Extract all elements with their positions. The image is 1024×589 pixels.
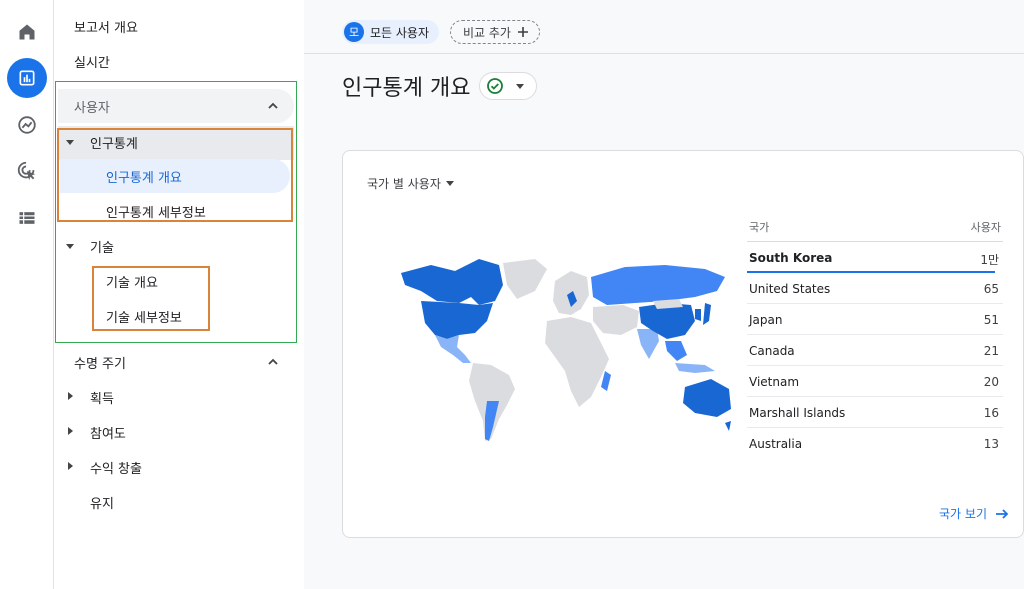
world-map[interactable] xyxy=(395,251,740,451)
table-row[interactable]: Canada 21 xyxy=(747,335,1003,366)
nav-engagement[interactable]: 참여도 xyxy=(90,423,126,442)
nav-acquisition[interactable]: 획득 xyxy=(90,388,114,407)
advertising-icon[interactable] xyxy=(7,151,47,191)
country-name: Australia xyxy=(749,437,803,451)
table-row[interactable]: Vietnam 20 xyxy=(747,366,1003,397)
status-dropdown[interactable] xyxy=(479,72,537,100)
country-name: Japan xyxy=(749,313,783,327)
user-count: 65 xyxy=(983,282,999,296)
nav-retention[interactable]: 유지 xyxy=(90,493,114,512)
user-count: 13 xyxy=(983,437,999,451)
user-count: 51 xyxy=(983,313,999,327)
avatar: 모 xyxy=(344,22,364,42)
country-name: United States xyxy=(749,282,831,296)
left-rail xyxy=(0,0,54,589)
caret-down-icon xyxy=(516,83,524,89)
nav-report-overview[interactable]: 보고서 개요 xyxy=(74,17,138,36)
all-users-chip[interactable]: 모 모든 사용자 xyxy=(342,20,440,44)
user-count: 1만 xyxy=(980,253,999,267)
col-header-users: 사용자 xyxy=(970,221,1001,234)
plus-icon xyxy=(517,27,528,37)
table-row[interactable]: Marshall Islands 16 xyxy=(747,397,1003,428)
all-users-label: 모든 사용자 xyxy=(370,25,430,40)
user-count: 20 xyxy=(983,375,999,389)
nav-realtime[interactable]: 실시간 xyxy=(74,52,110,71)
table-row[interactable]: South Korea 1만 xyxy=(747,242,999,273)
table-row[interactable]: United States 65 xyxy=(747,273,1003,304)
country-name: Vietnam xyxy=(749,375,800,389)
view-countries-link[interactable]: 국가 보기 xyxy=(939,505,1009,522)
highlight-box-orange xyxy=(57,128,293,222)
caret-right-icon xyxy=(68,392,73,400)
card-title-dropdown[interactable]: 국가 별 사용자 xyxy=(367,175,454,192)
check-circle-icon xyxy=(487,78,503,94)
caret-right-icon xyxy=(68,427,73,435)
page-title: 인구통계 개요 xyxy=(342,76,471,101)
user-count: 21 xyxy=(983,344,999,358)
table-row[interactable]: Japan 51 xyxy=(747,304,1003,335)
comparison-bar: 모 모든 사용자 비교 추가 xyxy=(304,0,1024,54)
col-header-country: 국가 xyxy=(749,221,770,234)
country-name: Canada xyxy=(749,344,795,358)
reports-icon[interactable] xyxy=(7,58,47,98)
arrow-right-icon xyxy=(996,508,1009,519)
chevron-up-icon[interactable] xyxy=(267,356,279,368)
report-navigation: 보고서 개요 실시간 사용자 인구통계 인구통계 개요 인구통계 세부정보 기술… xyxy=(54,0,304,589)
configure-icon[interactable] xyxy=(7,198,47,238)
user-count: 16 xyxy=(983,406,999,420)
card-title: 국가 별 사용자 xyxy=(367,177,441,191)
add-comparison-label: 비교 추가 xyxy=(463,25,511,40)
add-comparison-button[interactable]: 비교 추가 xyxy=(450,20,540,44)
table-row[interactable]: Australia 13 xyxy=(747,428,1003,459)
users-by-country-card: 국가 별 사용자 국가 사용자 South Korea 1만 United St… xyxy=(342,150,1024,538)
nav-section-lifecycle[interactable]: 수명 주기 xyxy=(74,353,126,372)
country-name: Marshall Islands xyxy=(749,406,846,420)
explore-icon[interactable] xyxy=(7,105,47,145)
nav-monetization[interactable]: 수익 창출 xyxy=(90,458,142,477)
caret-right-icon xyxy=(68,462,73,470)
view-countries-label: 국가 보기 xyxy=(939,507,987,521)
highlight-box-orange xyxy=(92,266,210,331)
main-content: 모 모든 사용자 비교 추가 인구통계 개요 국가 별 사용자 국가 사용자 S… xyxy=(304,0,1024,589)
country-name: South Korea xyxy=(749,251,833,265)
home-icon[interactable] xyxy=(7,12,47,52)
caret-down-icon xyxy=(445,181,454,186)
